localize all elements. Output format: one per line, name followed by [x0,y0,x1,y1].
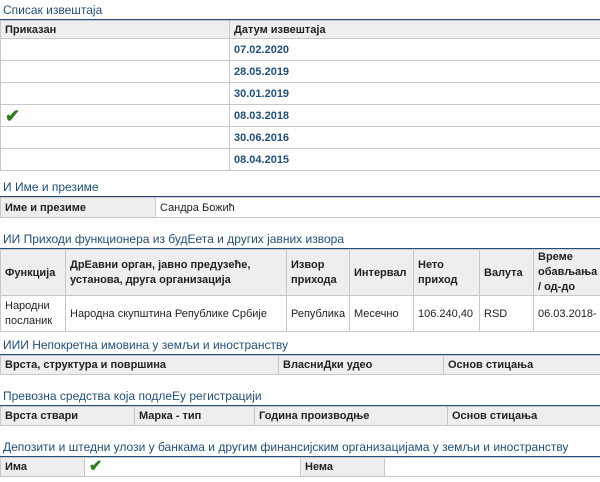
report-date-cell: 08.03.2018 [229,104,600,127]
col-shown-header: Приказан [0,20,230,39]
report-date-link[interactable]: 07.02.2020 [234,44,289,56]
col-item-type-header: Врста ствари [0,406,135,426]
report-date-link[interactable]: 08.03.2018 [234,110,289,122]
income-table: Функција ДрЕавни орган, јавно предузеће,… [0,249,600,332]
report-row: 30.06.2016 [0,126,600,149]
report-shown-cell [0,148,230,171]
income-interval: Месечно [349,295,414,332]
col-acquisition-header: Основ стицања [443,355,600,375]
property-title: ИИИ Непокретна имовина у земљи и иностра… [3,338,289,352]
name-section-title: И Име и презиме [3,180,99,194]
name-table: Име и презиме Сандра Божић [0,197,600,218]
income-body: Народна скупштина Републике Србије [65,295,287,332]
report-row: ✔ 08.03.2018 [0,104,600,127]
income-period: 06.03.2018- [533,295,600,332]
col-ownership-header: ВласниДки удео [278,355,444,375]
col-function-header: Функција [0,249,66,296]
report-shown-cell: ✔ [0,104,230,127]
reports-header-row: Приказан Датум извештаја [0,20,600,39]
check-icon: ✔ [89,458,103,475]
income-header-row: Функција ДрЕавни орган, јавно предузеће,… [0,249,600,296]
col-vehicle-acquisition-header: Основ стицања [447,406,600,426]
deposits-has-label: Има [0,457,85,477]
col-property-type-header: Врста, структура и површина [0,355,279,375]
report-row: 30.01.2019 [0,82,600,105]
report-date-cell: 28.05.2019 [229,60,600,83]
income-currency: RSD [479,295,534,332]
report-shown-cell [0,82,230,105]
reports-title: Списак извештаја [3,3,103,17]
report-shown-cell [0,126,230,149]
col-net-header: Нето приход [413,249,480,296]
vehicles-title: Превозна средства која подлеЕу регистрац… [3,389,262,403]
report-shown-cell [0,60,230,83]
col-period-header: Време обављања / од-до [533,249,600,296]
deposits-table: Има ✔ Нема [0,457,600,477]
col-date-header: Датум извештаја [229,20,600,39]
report-date-link[interactable]: 28.05.2019 [234,66,289,78]
col-currency-header: Валута [479,249,534,296]
col-source-header: Извор прихода [286,249,350,296]
deposits-title: Депозити и штедни улози у банкама и друг… [3,440,569,454]
deposits-has-cell: ✔ [84,457,301,477]
report-date-link[interactable]: 08.04.2015 [234,154,289,166]
report-row: 08.04.2015 [0,148,600,171]
report-row: 28.05.2019 [0,60,600,83]
report-date-cell: 07.02.2020 [229,38,600,61]
income-title: ИИ Приходи функционера из будЕета и друг… [3,232,344,246]
report-date-link[interactable]: 30.01.2019 [234,88,289,100]
report-date-link[interactable]: 30.06.2016 [234,132,289,144]
report-row: 07.02.2020 [0,38,600,61]
reports-table: Приказан Датум извештаја 07.02.2020 28.0… [0,20,600,171]
income-function: Народни посланик [0,295,66,332]
col-year-header: Година производње [254,406,448,426]
name-value: Сандра Божић [155,197,600,218]
col-interval-header: Интервал [349,249,414,296]
deposits-none-label: Нема [300,457,385,477]
deposits-none-cell [384,457,600,477]
report-date-cell: 08.04.2015 [229,148,600,171]
income-source: Република [286,295,350,332]
income-net: 106.240,40 [413,295,480,332]
income-row: Народни посланик Народна скупштина Репуб… [0,295,600,332]
col-make-header: Марка - тип [134,406,255,426]
check-icon: ✔ [5,105,21,126]
col-body-header: ДрЕавни орган, јавно предузеће, установа… [65,249,287,296]
name-label: Име и презиме [0,197,156,218]
vehicles-table: Врста ствари Марка - тип Година производ… [0,406,600,426]
report-date-cell: 30.01.2019 [229,82,600,105]
report-date-cell: 30.06.2016 [229,126,600,149]
property-table: Врста, структура и површина ВласниДки уд… [0,355,600,375]
report-shown-cell [0,38,230,61]
